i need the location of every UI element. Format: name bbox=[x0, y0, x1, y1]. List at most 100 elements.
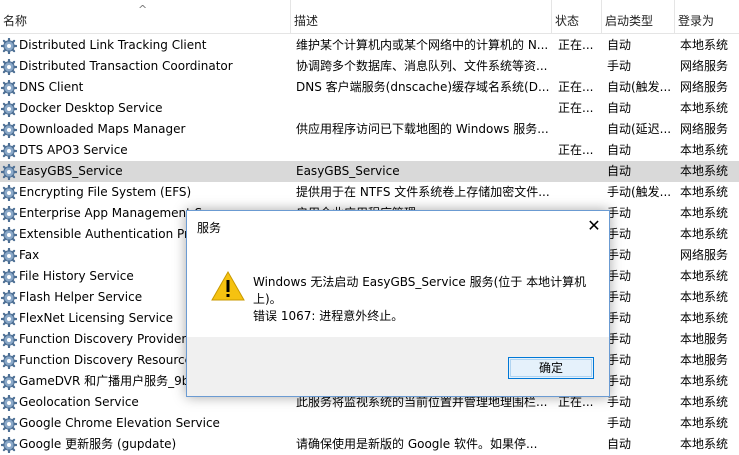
column-header-startup-type-label: 启动类型 bbox=[605, 14, 654, 28]
dialog-footer: 确定 bbox=[187, 337, 609, 396]
service-startup-type: 手动 bbox=[607, 227, 632, 241]
service-row[interactable]: DTS APO3 Service 正在... 自动 本地系统 bbox=[0, 140, 739, 161]
service-logon-as: 本地系统 bbox=[680, 206, 729, 220]
column-header-status-label: 状态 bbox=[555, 14, 580, 28]
service-name: Downloaded Maps Manager bbox=[19, 122, 186, 136]
dialog-title: 服务 bbox=[197, 221, 222, 235]
service-status bbox=[558, 182, 602, 203]
service-description: 请确保使用是新版的 Google 软件。如果停... bbox=[296, 437, 538, 451]
column-header-name-label: 名称 bbox=[3, 14, 28, 28]
service-row[interactable]: Distributed Transaction Coordinator 协调跨多个… bbox=[0, 56, 739, 77]
service-name: Encrypting File System (EFS) bbox=[19, 185, 192, 199]
service-row[interactable]: Docker Desktop Service 正在... 自动 本地系统 bbox=[0, 98, 739, 119]
dialog-message: Windows 无法启动 EasyGBS_Service 服务(位于 本地计算机… bbox=[253, 275, 587, 306]
gear-icon bbox=[0, 37, 18, 55]
gear-icon bbox=[0, 394, 18, 412]
service-startup-type: 手动(触发... bbox=[607, 185, 672, 199]
service-startup-type: 手动 bbox=[607, 248, 632, 262]
sort-ascending-icon: ^ bbox=[138, 3, 148, 16]
gear-icon bbox=[0, 415, 18, 433]
service-startup-type: 手动 bbox=[607, 290, 632, 304]
service-logon-as: 本地系统 bbox=[680, 38, 729, 52]
service-description: EasyGBS_Service bbox=[296, 164, 400, 178]
service-status: 正在... bbox=[558, 38, 594, 52]
service-row[interactable]: DNS Client DNS 客户端服务(dnscache)缓存域名系统(D...… bbox=[0, 77, 739, 98]
gear-icon bbox=[0, 226, 18, 244]
service-name: Function Discovery Resource bbox=[19, 353, 192, 367]
service-logon-as: 本地系统 bbox=[680, 311, 729, 325]
service-logon-as: 网络服务 bbox=[680, 248, 729, 262]
service-name: Distributed Link Tracking Client bbox=[19, 38, 207, 52]
service-name-cell: Distributed Transaction Coordinator bbox=[0, 56, 291, 77]
column-header-description[interactable]: 描述 bbox=[291, 0, 552, 33]
service-name: Geolocation Service bbox=[19, 395, 139, 409]
service-name-cell: Google Chrome Elevation Service bbox=[0, 413, 291, 434]
service-name: File History Service bbox=[19, 269, 134, 283]
service-logon-as: 本地系统 bbox=[680, 395, 729, 409]
ok-button[interactable]: 确定 bbox=[508, 357, 594, 379]
service-row[interactable]: Downloaded Maps Manager 供应用程序访问已下载地图的 Win… bbox=[0, 119, 739, 140]
gear-icon bbox=[0, 121, 18, 139]
gear-icon bbox=[0, 436, 18, 454]
service-name: DTS APO3 Service bbox=[19, 143, 128, 157]
service-name-cell: Downloaded Maps Manager bbox=[0, 119, 291, 140]
service-name: FlexNet Licensing Service bbox=[19, 311, 173, 325]
gear-icon bbox=[0, 79, 18, 97]
service-row[interactable]: Google 更新服务 (gupdate) 请确保使用是新版的 Google 软件… bbox=[0, 434, 739, 455]
service-startup-type: 手动 bbox=[607, 206, 632, 220]
service-logon-as: 本地系统 bbox=[680, 164, 729, 178]
service-logon-as: 本地系统 bbox=[680, 227, 729, 241]
service-name: Google 更新服务 (gupdate) bbox=[19, 437, 177, 451]
gear-icon bbox=[0, 100, 18, 118]
column-header-status[interactable]: 状态 bbox=[552, 0, 602, 33]
service-row[interactable]: Distributed Link Tracking Client 维护某个计算机内… bbox=[0, 35, 739, 56]
column-header-logon-as[interactable]: 登录为 bbox=[675, 0, 739, 33]
service-status bbox=[558, 119, 602, 140]
service-logon-as: 本地系统 bbox=[680, 143, 729, 157]
gear-icon bbox=[0, 268, 18, 286]
service-name-cell: Encrypting File System (EFS) bbox=[0, 182, 291, 203]
service-name: Extensible Authentication Pro bbox=[19, 227, 197, 241]
service-startup-type: 手动 bbox=[607, 416, 632, 430]
column-header-startup-type[interactable]: 启动类型 bbox=[602, 0, 675, 33]
error-dialog: 服务 ✕ Windows 无法启动 EasyGBS_Service 服务(位于 … bbox=[186, 210, 610, 397]
service-name-cell: DTS APO3 Service bbox=[0, 140, 291, 161]
service-description: 协调跨多个数据库、消息队列、文件系统等资... bbox=[296, 59, 548, 73]
service-status bbox=[558, 413, 602, 434]
service-logon-as: 本地系统 bbox=[680, 185, 729, 199]
close-icon[interactable]: ✕ bbox=[579, 211, 609, 241]
column-header-logon-as-label: 登录为 bbox=[678, 14, 715, 28]
service-status: 正在... bbox=[558, 101, 594, 115]
service-logon-as: 本地系统 bbox=[680, 437, 729, 451]
column-header-description-label: 描述 bbox=[294, 14, 319, 28]
gear-icon bbox=[0, 247, 18, 265]
gear-icon bbox=[0, 142, 18, 160]
service-name-cell: Docker Desktop Service bbox=[0, 98, 291, 119]
gear-icon bbox=[0, 163, 18, 181]
service-description bbox=[296, 98, 552, 119]
service-name: GameDVR 和广播用户服务_9b bbox=[19, 374, 190, 388]
service-startup-type: 手动 bbox=[607, 269, 632, 283]
service-status bbox=[558, 161, 602, 182]
service-name: Google Chrome Elevation Service bbox=[19, 416, 220, 430]
dialog-error-code: 错误 1067: 进程意外终止。 bbox=[253, 309, 404, 323]
service-name: Flash Helper Service bbox=[19, 290, 143, 304]
service-description: 提供用于在 NTFS 文件系统卷上存储加密文件... bbox=[296, 185, 550, 199]
gear-icon bbox=[0, 331, 18, 349]
service-logon-as: 本地系统 bbox=[680, 290, 729, 304]
service-row[interactable]: Encrypting File System (EFS) 提供用于在 NTFS 文… bbox=[0, 182, 739, 203]
service-name-cell: DNS Client bbox=[0, 77, 291, 98]
gear-icon bbox=[0, 184, 18, 202]
service-status: 正在... bbox=[558, 80, 594, 94]
service-row[interactable]: Google Chrome Elevation Service 手动 本地系统 bbox=[0, 413, 739, 434]
service-row[interactable]: EasyGBS_Service EasyGBS_Service 自动 本地系统 bbox=[0, 161, 739, 182]
gear-icon bbox=[0, 352, 18, 370]
gear-icon bbox=[0, 373, 18, 391]
service-logon-as: 本地系统 bbox=[680, 101, 729, 115]
service-startup-type: 自动(延迟... bbox=[607, 122, 672, 136]
service-description: DNS 客户端服务(dnscache)缓存域名系统(D... bbox=[296, 80, 550, 94]
service-logon-as: 本地服务 bbox=[680, 332, 729, 346]
service-name: Function Discovery Provider H bbox=[19, 332, 200, 346]
service-status bbox=[558, 434, 602, 455]
service-name-cell: Distributed Link Tracking Client bbox=[0, 35, 291, 56]
